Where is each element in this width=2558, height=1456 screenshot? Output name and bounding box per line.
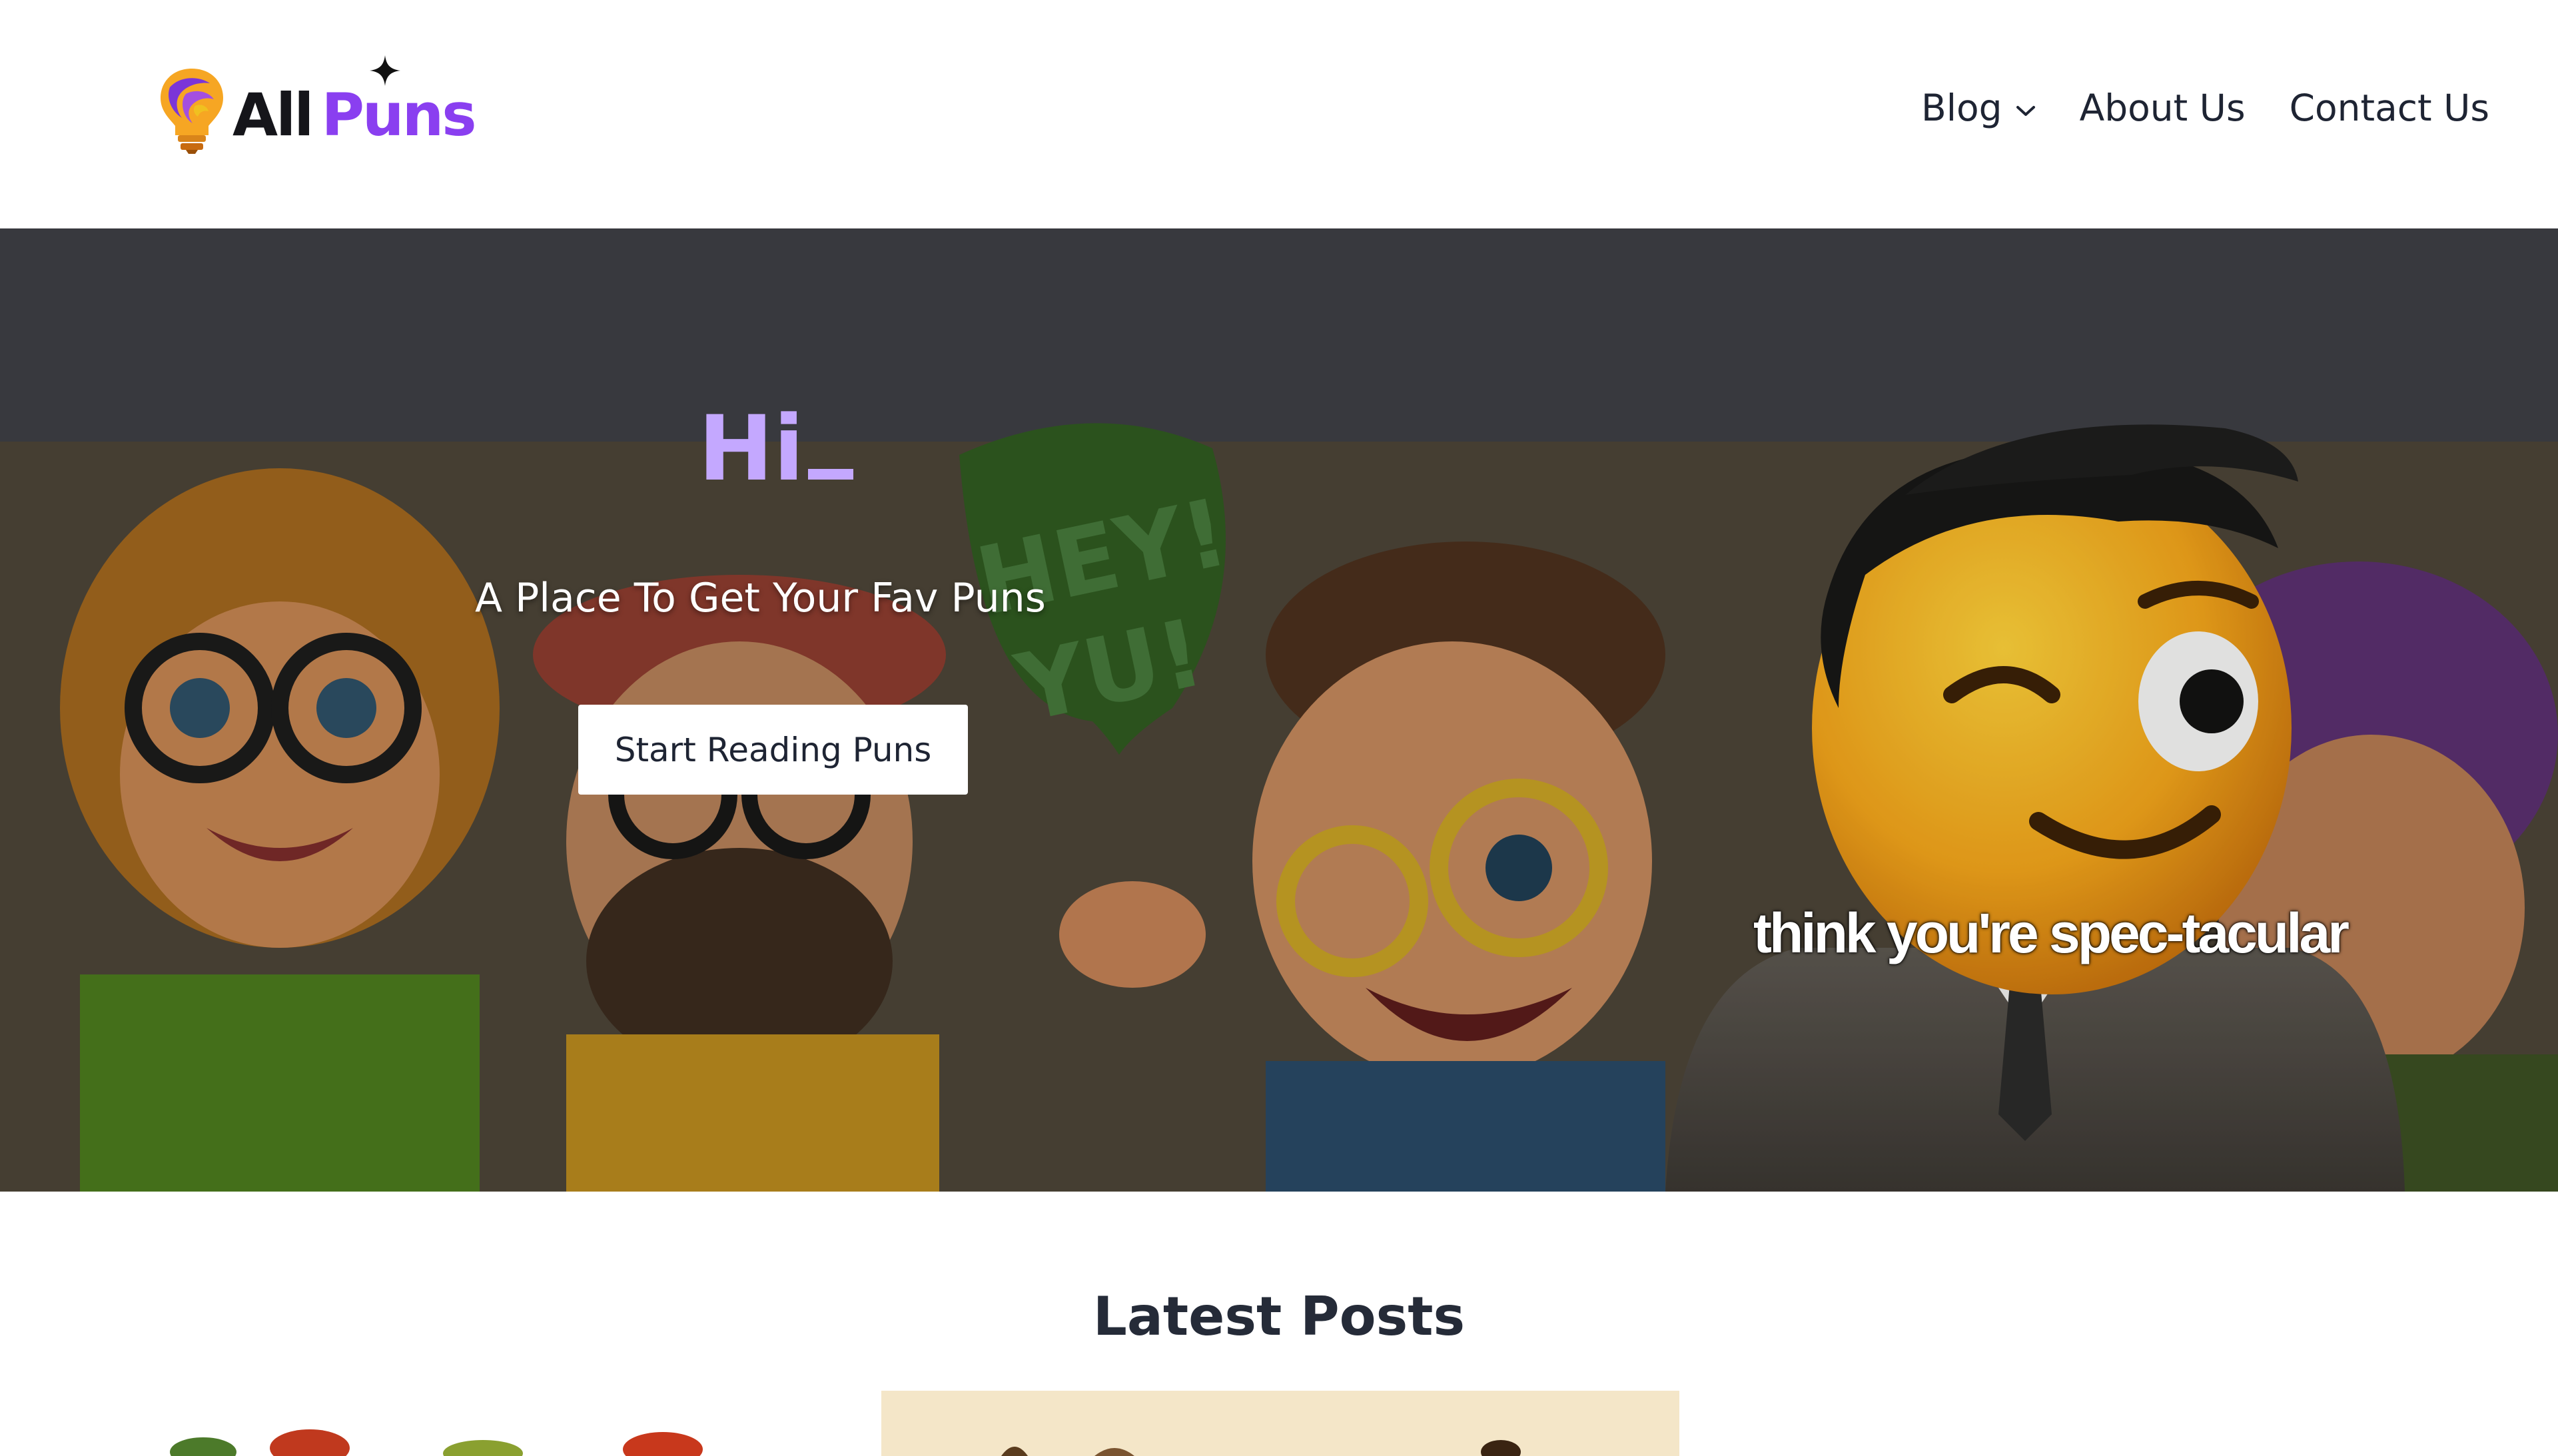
main-nav: Blog About Us Contact Us [1921, 87, 2489, 129]
site-logo[interactable]: All Puns [157, 55, 477, 157]
nav-item-label: Blog [1921, 87, 2002, 129]
nav-item-blog[interactable]: Blog [1921, 87, 2036, 129]
hero-image-caption: think you're spec-tacular [1753, 902, 2349, 964]
nav-item-label: Contact Us [2289, 87, 2489, 129]
logo-wordmark: All Puns [232, 86, 477, 145]
logo-word-accent: Puns [321, 81, 476, 149]
logo-word-primary: All [232, 81, 314, 149]
hero-overlay [0, 228, 2558, 1192]
post-thumbnail[interactable] [157, 1391, 729, 1456]
nav-item-contact-us[interactable]: Contact Us [2290, 87, 2489, 129]
post-thumbnail-image [881, 1391, 1679, 1456]
post-thumbnail-image [170, 1429, 703, 1456]
sparkle-icon [370, 55, 400, 86]
post-thumbnail[interactable] [881, 1391, 1679, 1456]
chevron-down-icon [2016, 106, 2035, 116]
hero-title: Hi [698, 396, 854, 501]
lightbulb-logo-icon [161, 69, 223, 154]
nav-item-about-us[interactable]: About Us [2080, 87, 2246, 129]
site-header: All Puns Blog About Us Contact Us [0, 0, 2558, 228]
hero-title-text: Hi [698, 396, 805, 501]
hero-banner: HEY! YU! Hi A Place To Get Your Fav Puns… [0, 228, 2558, 1192]
typing-caret [808, 469, 854, 480]
latest-posts-heading: Latest Posts [1092, 1285, 1466, 1347]
nav-item-label: About Us [2079, 87, 2246, 129]
hero-subtitle: A Place To Get Your Fav Puns [475, 575, 1046, 621]
start-reading-button[interactable]: Start Reading Puns [578, 705, 968, 795]
